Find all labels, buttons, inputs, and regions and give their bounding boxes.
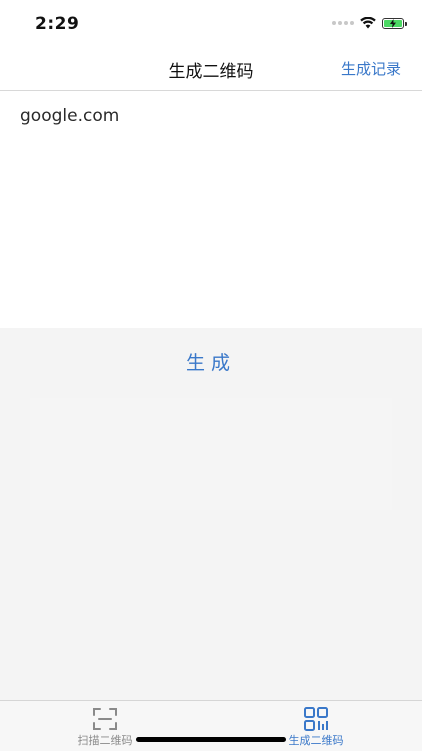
status-icons: [332, 17, 407, 29]
battery-charging-icon: [382, 17, 407, 29]
wifi-icon: [360, 17, 376, 29]
qr-code-icon: [304, 707, 328, 731]
qr-result-area: [30, 398, 392, 510]
text-input-value[interactable]: google.com: [20, 106, 119, 126]
navigation-bar: 生成二维码 生成记录: [0, 46, 422, 91]
status-bar: 2:29: [0, 0, 422, 46]
generate-button[interactable]: 生成: [0, 328, 422, 398]
tab-bar: 扫描二维码 生成二维码: [0, 700, 422, 751]
text-input-area[interactable]: google.com: [0, 91, 422, 328]
scan-frame-icon: [93, 708, 117, 730]
status-time: 2:29: [35, 14, 80, 34]
signal-dots-icon: [332, 21, 354, 25]
home-indicator[interactable]: [136, 737, 286, 742]
generate-history-button[interactable]: 生成记录: [341, 58, 401, 79]
